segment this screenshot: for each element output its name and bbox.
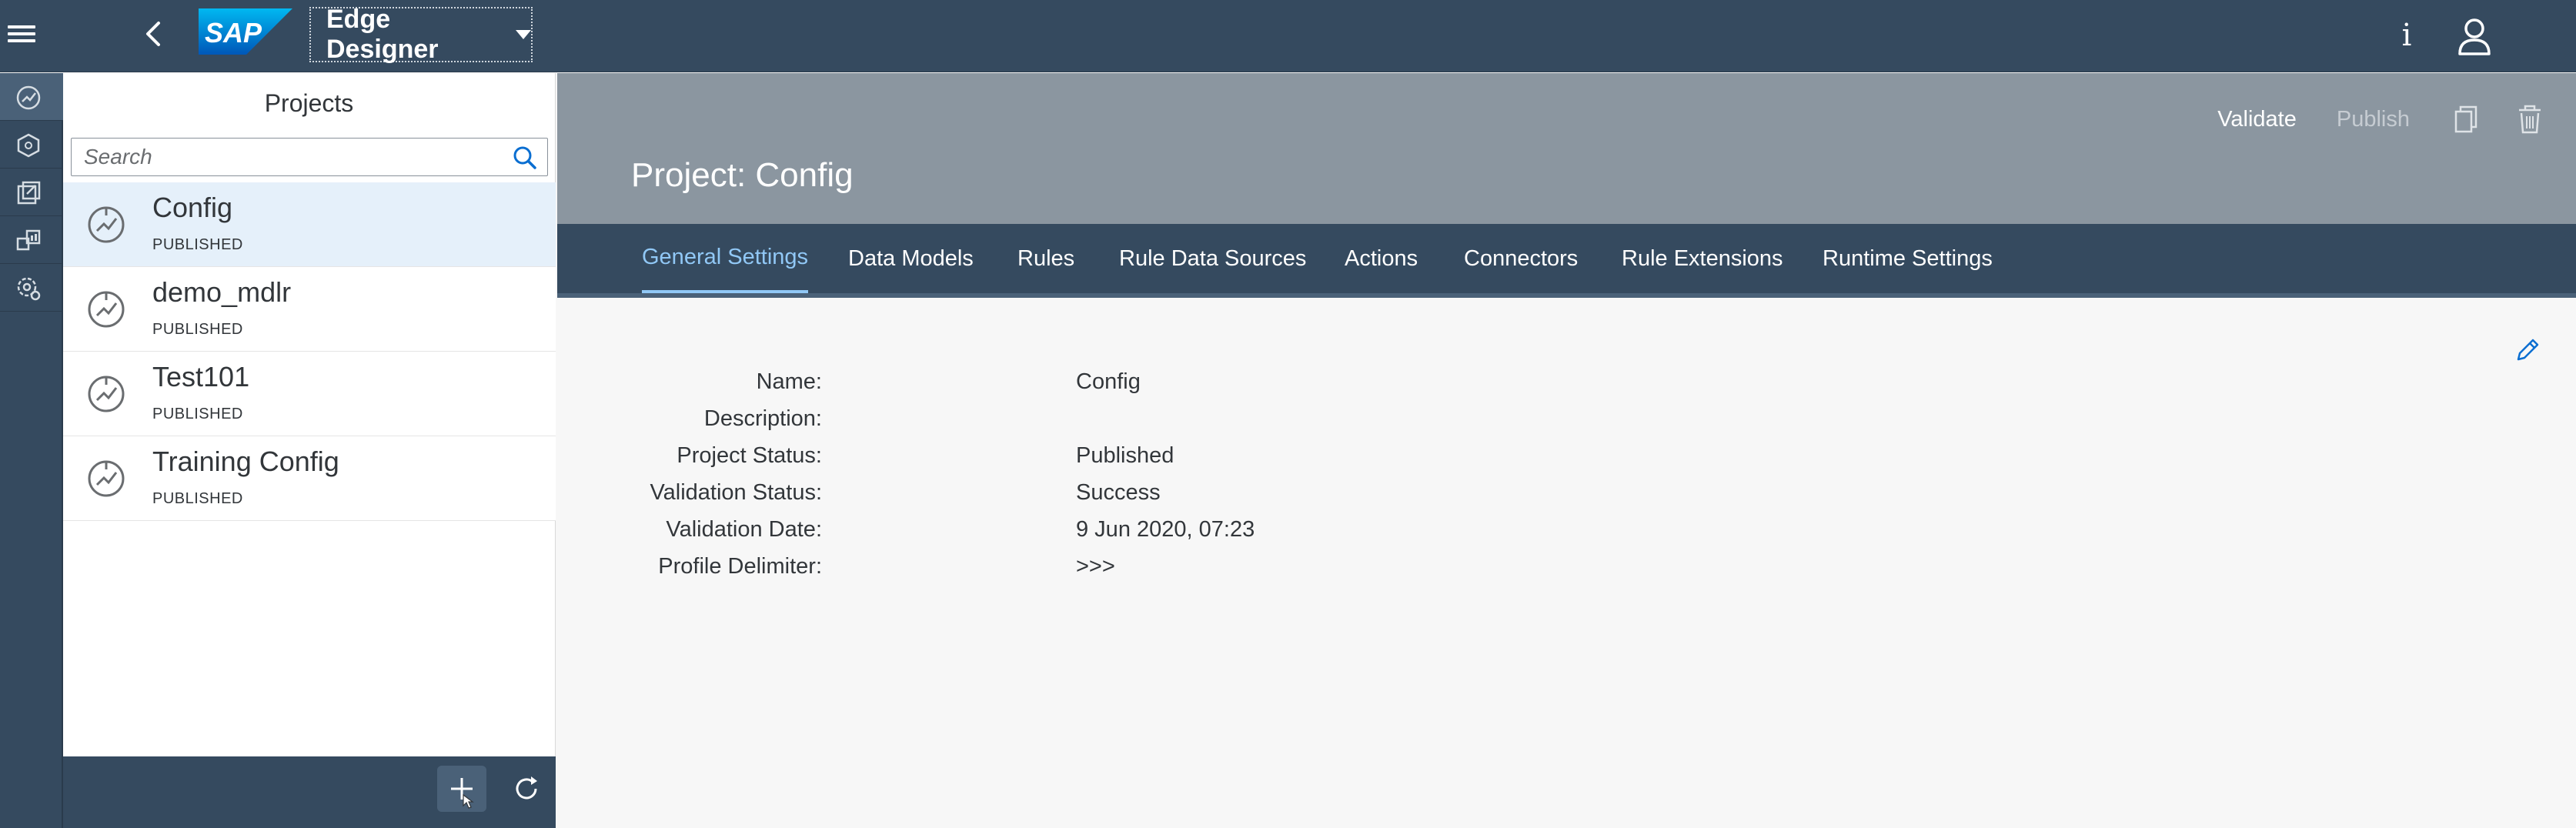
- publish-button[interactable]: Publish: [2337, 107, 2410, 132]
- field-label: Validation Date:: [666, 517, 822, 542]
- tab-data-models[interactable]: Data Models: [848, 224, 974, 293]
- info-icon[interactable]: i: [2395, 14, 2418, 57]
- list-item[interactable]: demo_mdlr PUBLISHED: [63, 267, 556, 352]
- project-status: PUBLISHED: [152, 321, 243, 338]
- menu-icon[interactable]: [8, 22, 35, 49]
- back-icon[interactable]: [139, 17, 169, 51]
- data-models-icon: [17, 133, 40, 158]
- general-settings-form: Name: Config Description: Project Status…: [557, 369, 1481, 591]
- projects-footer-toolbar: [63, 756, 556, 828]
- field-value: 9 Jun 2020, 07:23: [1076, 517, 1255, 542]
- project-name: Test101: [152, 361, 250, 392]
- search-icon[interactable]: [510, 143, 540, 172]
- project-detail: Validate Publish Project: Config General…: [557, 73, 2576, 828]
- field-label: Description:: [703, 406, 822, 431]
- project-name: Config: [152, 192, 233, 223]
- project-icon: [88, 291, 125, 328]
- list-item[interactable]: Training Config PUBLISHED: [63, 436, 556, 521]
- deploy-icon: [17, 181, 41, 205]
- project-name: Training Config: [152, 446, 339, 477]
- app-title-menu[interactable]: Edge Designer: [309, 5, 533, 64]
- field-value: Config: [1076, 369, 1141, 394]
- nav-projects[interactable]: [0, 73, 63, 121]
- tab-rule-extensions[interactable]: Rule Extensions: [1622, 224, 1783, 293]
- field-row-validation-status: Validation Status: Success: [557, 480, 1481, 517]
- projects-icon: [16, 85, 41, 110]
- field-value: Published: [1076, 443, 1174, 468]
- project-icon: [88, 206, 125, 243]
- tab-rule-data-sources[interactable]: Rule Data Sources: [1119, 224, 1306, 293]
- field-row-project-status: Project Status: Published: [557, 443, 1481, 480]
- tab-general-settings[interactable]: General Settings: [642, 224, 809, 293]
- field-value: >>>: [1076, 554, 1115, 579]
- projects-panel: Projects Config PUBLISHED demo_mdlr PUBL…: [63, 73, 556, 828]
- tab-bar: General Settings Data Models Rules Rule …: [557, 224, 2576, 298]
- field-label: Validation Status:: [650, 480, 822, 505]
- project-name: demo_mdlr: [152, 276, 292, 308]
- project-status: PUBLISHED: [152, 406, 243, 422]
- nav-settings[interactable]: [0, 264, 63, 312]
- delete-icon[interactable]: [2513, 102, 2547, 136]
- svg-text:SAP: SAP: [205, 17, 262, 48]
- field-label: Name:: [756, 369, 822, 394]
- copy-icon[interactable]: [2450, 102, 2484, 136]
- tab-rules[interactable]: Rules: [1017, 224, 1074, 293]
- list-item[interactable]: Test101 PUBLISHED: [63, 352, 556, 436]
- edit-icon[interactable]: [2512, 335, 2543, 366]
- search-input[interactable]: [72, 139, 503, 175]
- field-row-description: Description:: [557, 406, 1481, 443]
- app-title: Edge Designer: [326, 5, 439, 64]
- nav-monitor[interactable]: [0, 216, 63, 264]
- validate-button[interactable]: Validate: [2217, 107, 2297, 132]
- caret-down-icon: [516, 30, 531, 39]
- project-icon: [88, 460, 125, 497]
- tab-actions[interactable]: Actions: [1345, 224, 1418, 293]
- field-row-name: Name: Config: [557, 369, 1481, 406]
- field-value: Success: [1076, 480, 1161, 505]
- field-label: Profile Delimiter:: [658, 554, 822, 579]
- nav-deploy[interactable]: [0, 169, 63, 216]
- project-icon: [88, 376, 125, 412]
- projects-list: Config PUBLISHED demo_mdlr PUBLISHED Tes…: [63, 182, 556, 521]
- side-navigation: [0, 73, 63, 828]
- user-icon[interactable]: [2452, 15, 2497, 57]
- field-label: Project Status:: [677, 443, 822, 468]
- field-row-validation-date: Validation Date: 9 Jun 2020, 07:23: [557, 517, 1481, 554]
- search-field[interactable]: [71, 138, 548, 176]
- nav-data-models[interactable]: [0, 121, 63, 169]
- field-row-profile-delimiter: Profile Delimiter: >>>: [557, 554, 1481, 591]
- settings-icon: [17, 277, 41, 301]
- tab-connectors[interactable]: Connectors: [1464, 224, 1578, 293]
- list-item[interactable]: Config PUBLISHED: [63, 182, 556, 267]
- sap-logo: SAP: [199, 8, 292, 55]
- add-project-button[interactable]: [437, 766, 486, 812]
- tab-runtime-settings[interactable]: Runtime Settings: [1823, 224, 1993, 293]
- page-title: Project: Config: [631, 156, 854, 194]
- project-status: PUBLISHED: [152, 236, 243, 253]
- monitor-icon: [16, 229, 41, 251]
- object-header: Validate Publish Project: Config: [557, 73, 2576, 224]
- project-status: PUBLISHED: [152, 490, 243, 507]
- projects-title: Projects: [264, 88, 354, 117]
- shell-header: SAP Edge Designer i: [0, 0, 2576, 72]
- header-actions: Validate Publish: [2217, 96, 2576, 142]
- refresh-icon[interactable]: [502, 766, 551, 812]
